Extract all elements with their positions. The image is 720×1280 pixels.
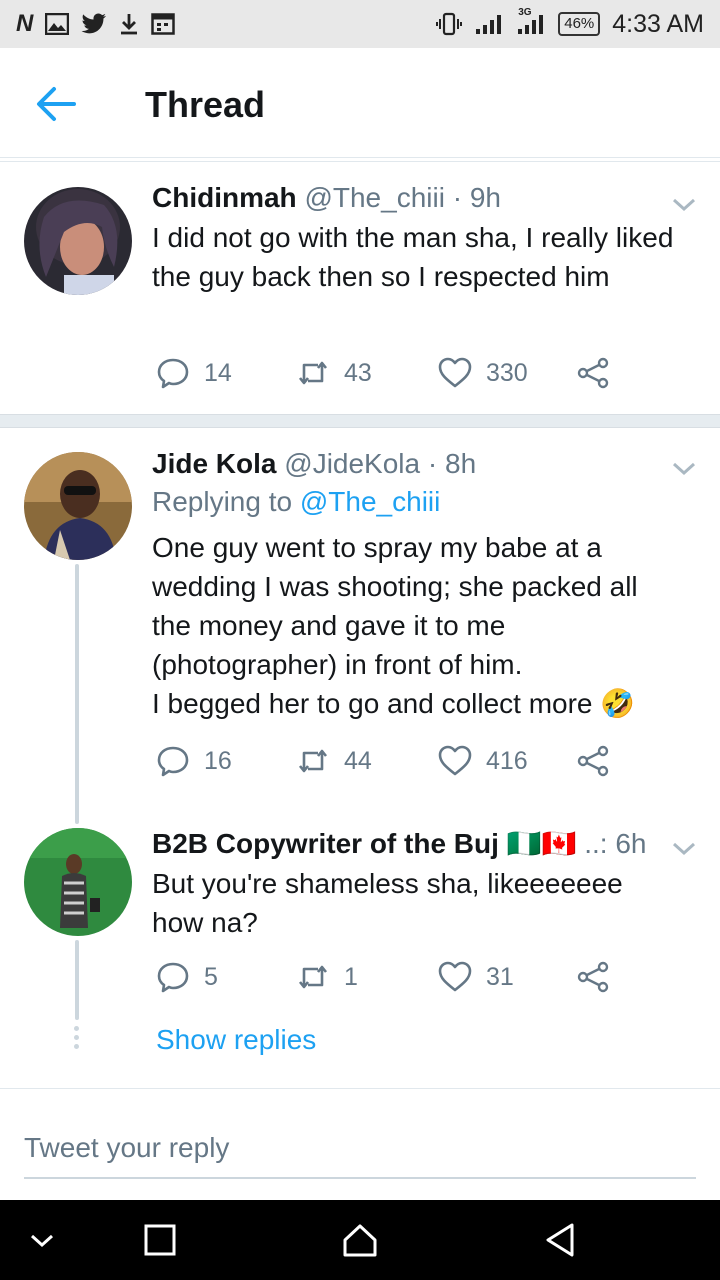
like-button[interactable]: 416 <box>438 744 528 778</box>
share-icon <box>577 745 609 777</box>
thread-connector-line <box>75 564 79 824</box>
chevron-down-icon[interactable] <box>670 458 698 478</box>
thread-header: Thread <box>0 48 720 158</box>
reply-count: 5 <box>204 962 218 991</box>
flag-emojis: 🇳🇬🇨🇦 <box>506 828 577 859</box>
author-name[interactable]: Jide Kola <box>152 448 276 479</box>
like-button[interactable]: 330 <box>438 356 528 390</box>
retweet-button[interactable]: 43 <box>296 356 372 390</box>
tweet-reply-input[interactable] <box>24 1119 696 1179</box>
retweet-icon <box>298 749 328 773</box>
back-arrow-icon[interactable] <box>34 84 78 124</box>
tweet-b2b-copywriter[interactable]: B2B Copywriter of the Buj 🇳🇬🇨🇦 ..: 6h Bu… <box>0 810 720 1049</box>
like-count: 31 <box>486 962 514 991</box>
tweet-text: I did not go with the man sha, I really … <box>152 222 674 292</box>
like-count: 416 <box>486 746 528 775</box>
tweet-header: Jide Kola @JideKola · 8h <box>152 446 680 482</box>
download-icon <box>119 12 139 36</box>
author-handle[interactable]: ..: <box>584 828 607 859</box>
tweet-actions: 14 43 330 <box>152 356 632 396</box>
heart-icon <box>438 745 472 776</box>
calendar-icon <box>151 13 176 35</box>
tweet-actions: 16 44 416 <box>152 744 632 784</box>
tweet-time: 6h <box>615 828 647 859</box>
tweet-divider <box>0 414 720 428</box>
avatar[interactable] <box>24 187 132 295</box>
status-time: 4:33 AM <box>612 9 704 38</box>
reply-button[interactable]: 16 <box>156 744 232 778</box>
share-icon <box>577 357 609 389</box>
like-button[interactable]: 31 <box>438 960 514 994</box>
twitter-icon <box>81 13 107 35</box>
share-button[interactable] <box>576 960 610 994</box>
retweet-button[interactable]: 44 <box>296 744 372 778</box>
reply-button[interactable]: 5 <box>156 960 218 994</box>
heart-icon <box>438 357 472 388</box>
avatar[interactable] <box>24 828 132 936</box>
retweet-icon <box>298 361 328 385</box>
page-title: Thread <box>145 84 266 125</box>
author-name[interactable]: Chidinmah <box>152 182 297 213</box>
network-3g-signal-icon: 3G <box>516 7 546 35</box>
share-button[interactable] <box>576 356 610 390</box>
reply-icon <box>157 358 189 389</box>
back-triangle-icon[interactable] <box>540 1220 580 1260</box>
status-notification-icons: N <box>16 10 176 38</box>
tweet-jide-kola[interactable]: Jide Kola @JideKola · 8h Replying to @Th… <box>0 430 720 824</box>
retweet-icon <box>298 965 328 989</box>
tweet-actions: 5 1 31 <box>152 960 632 1000</box>
heart-icon <box>438 961 472 992</box>
thread-connector-line <box>75 940 79 1020</box>
replying-to-handle-link[interactable]: @The_chiii <box>300 486 440 517</box>
tweet-text-line: I begged her to go and collect more 🤣 <box>152 688 636 719</box>
reply-count: 16 <box>204 746 232 775</box>
tweet-text: One guy went to spray my babe at a weddi… <box>152 528 680 723</box>
avatar[interactable] <box>24 452 132 560</box>
retweet-count: 1 <box>344 962 358 991</box>
reply-icon <box>157 962 189 993</box>
retweet-count: 44 <box>344 746 372 775</box>
status-system-icons: 3G 46% 4:33 AM <box>436 7 704 39</box>
tweet-time: · 8h <box>427 448 477 479</box>
tweet-chidinmah[interactable]: Chidinmah @The_chiii · 9h I did not go w… <box>0 162 720 414</box>
replying-to: Replying to @The_chiii <box>152 482 680 522</box>
thread-ellipsis-dots <box>73 1026 81 1053</box>
image-icon <box>45 13 70 35</box>
recent-apps-icon[interactable] <box>140 1220 180 1260</box>
vibrate-icon <box>436 11 463 37</box>
battery-indicator: 46% <box>558 12 601 36</box>
tweet-time: · 9h <box>452 182 501 213</box>
author-name[interactable]: B2B Copywriter of the Buj <box>152 828 499 859</box>
show-replies-link[interactable]: Show replies <box>156 1024 316 1056</box>
reply-composer <box>0 1088 720 1200</box>
reply-button[interactable]: 14 <box>156 356 232 390</box>
android-navigation-bar <box>0 1200 720 1280</box>
tweet-header: Chidinmah @The_chiii · 9h <box>152 180 680 216</box>
share-icon <box>577 961 609 993</box>
tweet-header: B2B Copywriter of the Buj 🇳🇬🇨🇦 ..: 6h <box>152 826 680 862</box>
author-handle[interactable]: @The_chiii <box>304 182 444 213</box>
chevron-down-icon[interactable] <box>670 194 698 214</box>
replying-to-label: Replying to <box>152 486 293 517</box>
chevron-down-icon[interactable] <box>22 1220 62 1260</box>
retweet-button[interactable]: 1 <box>296 960 358 994</box>
signal-icon <box>474 13 504 35</box>
share-button[interactable] <box>576 744 610 778</box>
network-type-label: 3G <box>518 7 532 18</box>
reply-icon <box>157 746 189 777</box>
reply-count: 14 <box>204 358 232 387</box>
tweet-text-line: One guy went to spray my babe at a weddi… <box>152 532 638 680</box>
home-icon[interactable] <box>340 1220 380 1260</box>
news-icon: N <box>16 10 34 37</box>
tweet-text: But you're shameless sha, likeeeeeee how… <box>152 868 623 938</box>
like-count: 330 <box>486 358 528 387</box>
retweet-count: 43 <box>344 358 372 387</box>
author-handle[interactable]: @JideKola <box>284 448 420 479</box>
status-bar: N 3G 46% 4:33 AM <box>0 0 720 48</box>
chevron-down-icon[interactable] <box>670 838 698 858</box>
